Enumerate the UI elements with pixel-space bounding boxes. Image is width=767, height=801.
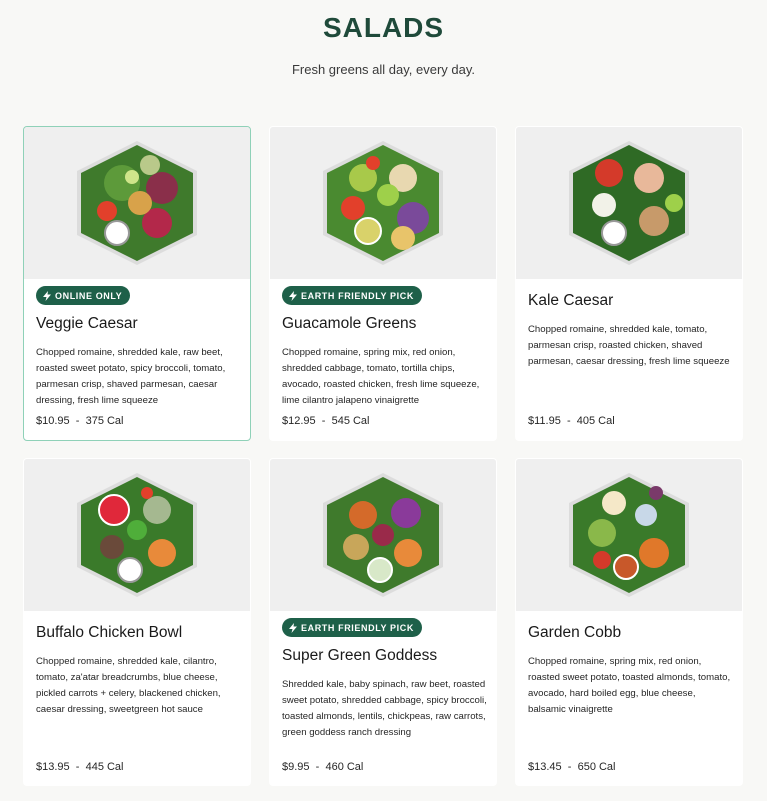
product-name[interactable]: Veggie Caesar xyxy=(36,314,238,334)
product-price: $9.95 xyxy=(282,761,310,773)
product-price: $13.45 xyxy=(528,761,562,773)
product-card-kale-caesar[interactable]: Kale Caesar Chopped romaine, shredded ka… xyxy=(515,126,743,441)
product-card-super-green-goddess[interactable]: EARTH FRIENDLY PICK Super Green Goddess … xyxy=(269,458,497,786)
badge-label: ONLINE ONLY xyxy=(55,290,123,301)
meta-separator: - xyxy=(566,415,571,427)
product-name[interactable]: Kale Caesar xyxy=(528,291,730,311)
meta-separator: - xyxy=(567,761,572,773)
salad-bowl-image[interactable] xyxy=(24,127,250,279)
salad-bowl-photo xyxy=(77,141,197,265)
product-card-garden-cobb[interactable]: Garden Cobb Chopped romaine, spring mix,… xyxy=(515,458,743,786)
product-meta: $12.95 - 545 Cal xyxy=(282,415,370,427)
salad-bowl-photo xyxy=(569,473,689,597)
salad-bowl-photo xyxy=(77,473,197,597)
meta-separator: - xyxy=(75,761,80,773)
product-meta: $10.95 - 375 Cal xyxy=(36,415,124,427)
lightning-bolt-icon xyxy=(43,290,51,301)
lightning-bolt-icon xyxy=(289,290,297,301)
product-meta: $9.95 - 460 Cal xyxy=(282,761,363,773)
salad-bowl-photo xyxy=(323,141,443,265)
product-card-buffalo-chicken-bowl[interactable]: Buffalo Chicken Bowl Chopped romaine, sh… xyxy=(23,458,251,786)
product-price: $13.95 xyxy=(36,761,70,773)
product-calories: 405 Cal xyxy=(576,415,615,427)
product-description: Chopped romaine, spring mix, red onion, … xyxy=(282,346,480,406)
salad-bowl-image[interactable] xyxy=(270,127,496,279)
product-name[interactable]: Garden Cobb xyxy=(528,623,730,643)
salad-bowl-photo xyxy=(323,473,443,597)
product-calories: 445 Cal xyxy=(85,761,124,773)
product-price: $10.95 xyxy=(36,415,70,427)
page-title: SALADS xyxy=(322,12,445,43)
product-name[interactable]: Super Green Goddess xyxy=(282,646,484,666)
product-calories: 375 Cal xyxy=(85,415,124,427)
product-price: $11.95 xyxy=(528,415,561,427)
salad-bowl-image[interactable] xyxy=(516,127,742,279)
product-calories: 650 Cal xyxy=(577,761,616,773)
meta-separator: - xyxy=(321,415,326,427)
online-only-badge: ONLINE ONLY xyxy=(36,286,131,305)
badge-label: EARTH FRIENDLY PICK xyxy=(301,290,414,301)
meta-separator: - xyxy=(75,415,80,427)
product-price: $12.95 xyxy=(282,415,316,427)
product-calories: 460 Cal xyxy=(325,761,364,773)
product-name[interactable]: Guacamole Greens xyxy=(282,314,484,334)
product-meta: $11.95 - 405 Cal xyxy=(528,415,615,427)
product-description: Shredded kale, baby spinach, raw beet, r… xyxy=(282,678,487,738)
product-description: Chopped romaine, shredded kale, cilantro… xyxy=(36,656,221,715)
product-description: Chopped romaine, shredded kale, tomato, … xyxy=(528,324,730,367)
salad-bowl-image[interactable] xyxy=(270,459,496,611)
earth-friendly-pick-badge: EARTH FRIENDLY PICK xyxy=(282,618,422,637)
lightning-bolt-icon xyxy=(289,622,297,633)
salad-bowl-image[interactable] xyxy=(24,459,250,611)
product-name[interactable]: Buffalo Chicken Bowl xyxy=(36,623,238,643)
salad-bowl-image[interactable] xyxy=(516,459,742,611)
product-description: Chopped romaine, spring mix, red onion, … xyxy=(528,656,731,715)
salad-bowl-photo xyxy=(569,141,689,265)
product-meta: $13.95 - 445 Cal xyxy=(36,761,124,773)
product-meta: $13.45 - 650 Cal xyxy=(528,761,616,773)
product-calories: 545 Cal xyxy=(331,415,370,427)
product-card-guacamole-greens[interactable]: EARTH FRIENDLY PICK Guacamole Greens Cho… xyxy=(269,126,497,441)
product-description: Chopped romaine, shredded kale, raw beet… xyxy=(36,346,226,406)
page-subtitle: Fresh greens all day, every day. xyxy=(291,62,476,77)
product-card-veggie-caesar[interactable]: ONLINE ONLY Veggie Caesar Chopped romain… xyxy=(23,126,251,441)
badge-label: EARTH FRIENDLY PICK xyxy=(301,622,414,633)
meta-separator: - xyxy=(315,761,320,773)
earth-friendly-pick-badge: EARTH FRIENDLY PICK xyxy=(282,286,422,305)
